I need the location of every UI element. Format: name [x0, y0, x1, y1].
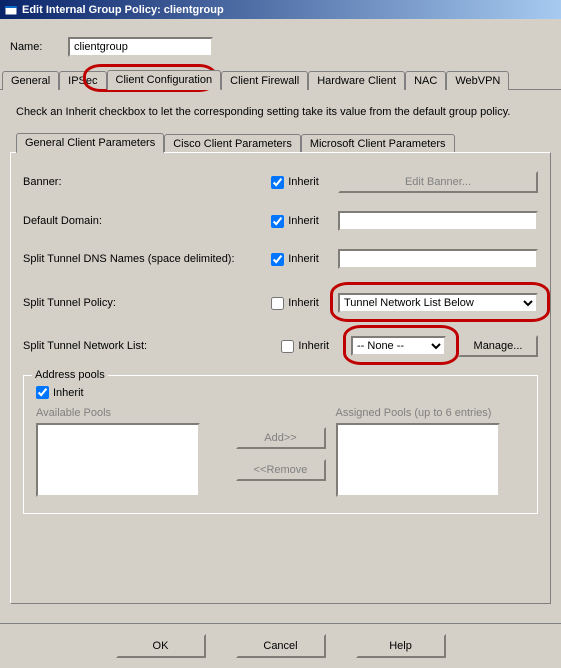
available-pools-list[interactable]: [36, 423, 200, 497]
default-domain-inherit-checkbox[interactable]: [271, 215, 284, 228]
banner-inherit-label: Inherit: [288, 176, 319, 188]
tab-ipsec[interactable]: IPSec: [59, 71, 106, 90]
row-split-policy: Split Tunnel Policy: Inherit Tunnel Netw…: [23, 293, 538, 313]
sub-tabs: General Client Parameters Cisco Client P…: [10, 132, 551, 152]
default-domain-inherit-label: Inherit: [288, 215, 319, 227]
subtab-general-client-parameters[interactable]: General Client Parameters: [16, 133, 164, 153]
tab-webvpn[interactable]: WebVPN: [446, 71, 509, 90]
address-pools-inherit-checkbox[interactable]: [36, 386, 49, 399]
app-icon: [4, 3, 18, 17]
name-row: Name:: [0, 19, 561, 69]
tab-general[interactable]: General: [2, 71, 59, 90]
assigned-pools-label: Assigned Pools (up to 6 entries): [336, 407, 526, 419]
policy-dialog: Edit Internal Group Policy: clientgroup …: [0, 0, 561, 668]
remove-pool-button[interactable]: <<Remove: [236, 459, 326, 481]
tab-hardware-client[interactable]: Hardware Client: [308, 71, 405, 90]
sub-tabs-wrap: General Client Parameters Cisco Client P…: [0, 132, 561, 152]
client-params-panel: Banner: Inherit Edit Banner... Default D…: [10, 152, 551, 604]
tab-nac[interactable]: NAC: [405, 71, 446, 90]
row-banner: Banner: Inherit Edit Banner...: [23, 171, 538, 193]
bottom-button-bar: OK Cancel Help: [0, 623, 561, 668]
split-list-select[interactable]: -- None --: [351, 336, 446, 356]
assigned-pools-col: Assigned Pools (up to 6 entries): [336, 407, 526, 497]
row-split-dns: Split Tunnel DNS Names (space delimited)…: [23, 249, 538, 269]
cancel-button[interactable]: Cancel: [236, 634, 326, 658]
subtab-microsoft-client-parameters[interactable]: Microsoft Client Parameters: [301, 134, 455, 153]
split-dns-inherit-label: Inherit: [288, 253, 319, 265]
available-pools-col: Available Pools: [36, 407, 226, 497]
tab-client-configuration[interactable]: Client Configuration: [107, 70, 222, 90]
tab-client-firewall[interactable]: Client Firewall: [221, 71, 308, 90]
split-dns-input[interactable]: [338, 249, 538, 269]
info-text: Check an Inherit checkbox to let the cor…: [0, 90, 561, 132]
help-button[interactable]: Help: [356, 634, 446, 658]
default-domain-label: Default Domain:: [23, 215, 271, 227]
split-policy-inherit-checkbox[interactable]: [271, 297, 284, 310]
address-pools-inherit-label: Inherit: [53, 387, 84, 399]
split-policy-label: Split Tunnel Policy:: [23, 297, 271, 309]
row-split-list: Split Tunnel Network List: Inherit -- No…: [23, 335, 538, 357]
split-list-inherit-checkbox[interactable]: [281, 340, 294, 353]
default-domain-input[interactable]: [338, 211, 538, 231]
split-dns-label: Split Tunnel DNS Names (space delimited)…: [23, 253, 271, 265]
name-label: Name:: [10, 41, 68, 53]
add-pool-button[interactable]: Add>>: [236, 427, 326, 449]
title-text: Edit Internal Group Policy: clientgroup: [22, 4, 224, 16]
assigned-pools-list[interactable]: [336, 423, 500, 497]
split-policy-select[interactable]: Tunnel Network List Below: [338, 293, 538, 313]
row-default-domain: Default Domain: Inherit: [23, 211, 538, 231]
split-policy-inherit-label: Inherit: [288, 297, 319, 309]
available-pools-label: Available Pools: [36, 407, 226, 419]
manage-button[interactable]: Manage...: [458, 335, 538, 357]
ok-button[interactable]: OK: [116, 634, 206, 658]
name-input[interactable]: [68, 37, 213, 57]
title-bar: Edit Internal Group Policy: clientgroup: [0, 0, 561, 19]
split-dns-inherit-checkbox[interactable]: [271, 253, 284, 266]
main-tabs: General IPSec Client Configuration Clien…: [0, 69, 561, 90]
banner-label: Banner:: [23, 176, 271, 188]
dialog-body: Name: General IPSec Client Configuration…: [0, 19, 561, 604]
split-list-inherit-label: Inherit: [298, 340, 329, 352]
split-list-label: Split Tunnel Network List:: [23, 340, 281, 352]
address-pools-title: Address pools: [32, 369, 108, 381]
edit-banner-button[interactable]: Edit Banner...: [338, 171, 538, 193]
subtab-cisco-client-parameters[interactable]: Cisco Client Parameters: [164, 134, 301, 153]
address-pools-fieldset: Address pools Inherit Available Pools Ad…: [23, 375, 538, 514]
banner-inherit-checkbox[interactable]: [271, 176, 284, 189]
